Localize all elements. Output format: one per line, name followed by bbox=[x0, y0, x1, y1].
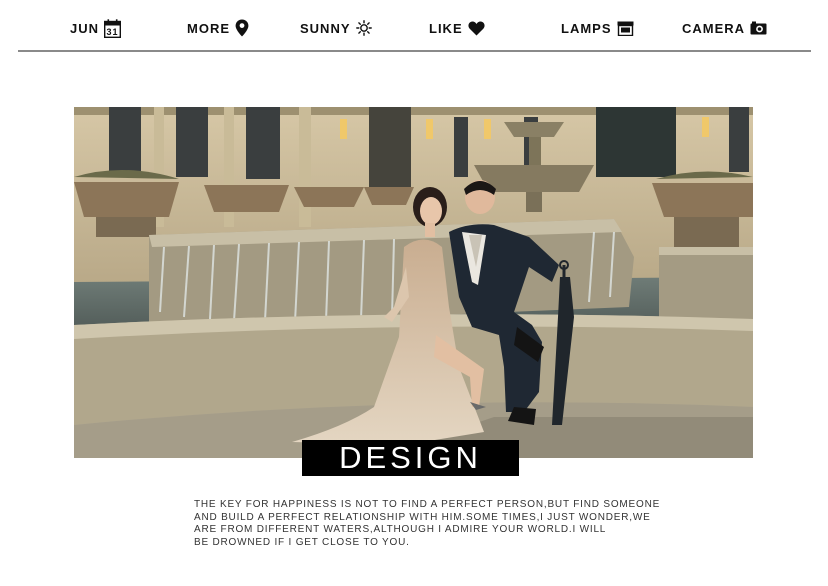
nav-item-more[interactable]: MORE bbox=[187, 17, 249, 39]
nav-item-label: MORE bbox=[187, 20, 230, 36]
nav-item-camera[interactable]: CAMERA bbox=[682, 17, 767, 39]
nav-item-label: CAMERA bbox=[682, 20, 746, 36]
nav-item-label: JUN bbox=[70, 20, 100, 36]
design-badge: DESIGN bbox=[302, 440, 519, 476]
nav-item-jun[interactable]: JUN 31 bbox=[70, 17, 122, 39]
camera-icon bbox=[750, 21, 767, 35]
calendar-icon-day: 31 bbox=[107, 27, 119, 37]
heart-icon bbox=[468, 21, 485, 36]
sun-icon bbox=[355, 20, 372, 36]
shop-icon bbox=[617, 21, 634, 36]
nav-item-label: SUNNY bbox=[300, 20, 351, 36]
design-badge-label: DESIGN bbox=[339, 440, 482, 475]
nav-item-label: LIKE bbox=[429, 20, 463, 36]
location-pin-icon bbox=[235, 19, 249, 37]
nav-item-lamps[interactable]: LAMPS bbox=[561, 17, 634, 39]
nav-item-sunny[interactable]: SUNNY bbox=[300, 17, 372, 39]
hero-photo bbox=[74, 107, 753, 458]
calendar-icon: 31 bbox=[104, 18, 122, 38]
nav-item-like[interactable]: LIKE bbox=[429, 17, 485, 39]
nav-item-label: LAMPS bbox=[561, 20, 612, 36]
top-nav: JUN 31 MORE SUNNY LIKE LAMPS CAMERA bbox=[18, 0, 811, 52]
quote-text: THE KEY FOR HAPPINESS IS NOT TO FIND A P… bbox=[194, 499, 661, 548]
